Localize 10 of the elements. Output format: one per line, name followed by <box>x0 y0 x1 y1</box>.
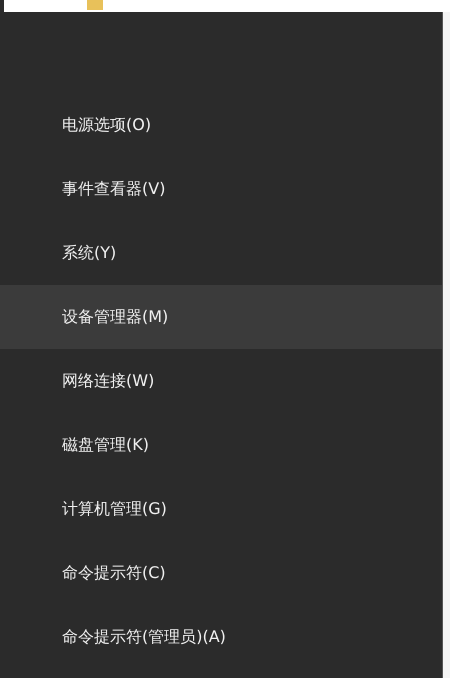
folder-icon <box>86 0 104 10</box>
menu-item[interactable]: 命令提示符(C) <box>0 541 442 605</box>
menu-item[interactable]: 系统(Y) <box>0 221 442 285</box>
menu-item[interactable]: 磁盘管理(K) <box>0 413 442 477</box>
menu-item[interactable]: 设备管理器(M) <box>0 285 442 349</box>
menu-item[interactable]: 命令提示符(管理员)(A) <box>0 605 442 669</box>
menu-item[interactable]: 计算机管理(G) <box>0 477 442 541</box>
menu-item[interactable]: 网络连接(W) <box>0 349 442 413</box>
menu-item[interactable]: 事件查看器(V) <box>0 157 442 221</box>
menu-item[interactable]: 电源选项(O) <box>0 93 442 157</box>
